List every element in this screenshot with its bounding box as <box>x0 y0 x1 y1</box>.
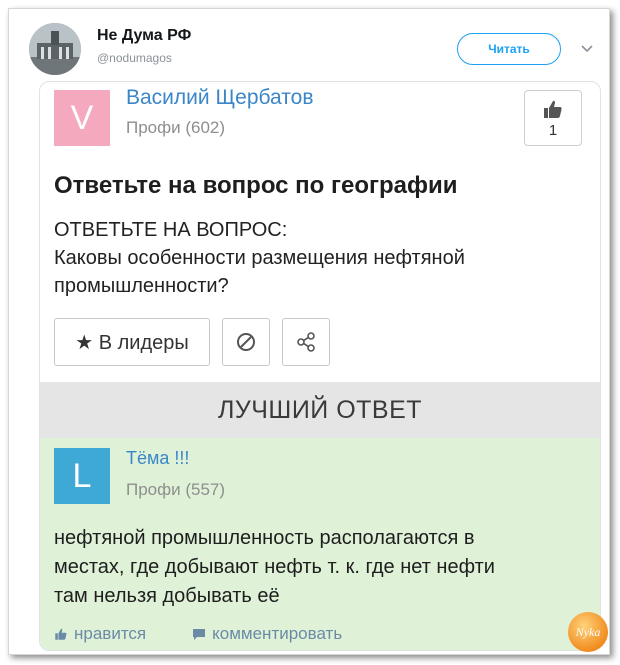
best-answer-section: L Тёма !!! Профи (557) нефтяной промышле… <box>40 438 600 650</box>
account-name[interactable]: Не Дума РФ <box>97 27 191 45</box>
question-title: Ответьте на вопрос по географии <box>54 172 458 199</box>
like-count: 1 <box>548 121 558 139</box>
question-line: Каковы особенности размещения нефтяной <box>54 247 465 269</box>
watermark-logo: Nyka <box>568 612 608 652</box>
best-answer-heading: ЛУЧШИЙ ОТВЕТ <box>40 382 600 438</box>
screenshot-frame: Не Дума РФ @nodumagos Читать V Василий Щ… <box>8 8 610 655</box>
thumbs-up-icon <box>544 100 562 118</box>
question-line: ОТВЕТЬТЕ НА ВОПРОС: <box>54 219 288 241</box>
comment-label: комментировать <box>212 624 343 643</box>
answer-line: местах, где добывают нефть т. к. где нет… <box>54 556 495 578</box>
comment-link[interactable]: комментировать <box>192 624 342 644</box>
answerer-rank: Профи (557) <box>126 480 226 499</box>
question-body: ОТВЕТЬТЕ НА ВОПРОС: Каковы особенности р… <box>54 216 574 300</box>
answerer-name[interactable]: Тёма !!! <box>126 448 189 469</box>
answerer-initial: L <box>72 456 92 495</box>
leader-button[interactable]: ★ В лидеры <box>54 318 210 366</box>
answer-text: нефтяной промышленность располагаются в … <box>54 524 584 611</box>
follow-button[interactable]: Читать <box>457 33 561 65</box>
like-answer-link[interactable]: нравится <box>54 624 146 644</box>
account-handle[interactable]: @nodumagos <box>97 51 172 65</box>
qa-card: V Василий Щербатов Профи (602) 1 Ответьт… <box>39 81 601 651</box>
like-button[interactable]: 1 <box>524 90 582 146</box>
answer-line: там нельзя добывать её <box>54 585 280 607</box>
share-button[interactable] <box>282 318 330 366</box>
asker-rank: Профи (602) <box>126 118 226 137</box>
answer-actions: нравится комментировать <box>54 624 342 644</box>
asker-initial: V <box>70 98 94 137</box>
question-line: промышленности? <box>54 275 229 297</box>
share-icon <box>297 332 315 352</box>
account-avatar[interactable] <box>29 23 81 75</box>
answer-line: нефтяной промышленность располагаются в <box>54 527 475 549</box>
comment-icon <box>193 629 206 640</box>
ban-icon <box>237 333 255 351</box>
block-button[interactable] <box>222 318 270 366</box>
like-answer-label: нравится <box>74 624 147 643</box>
chevron-down-icon[interactable] <box>578 39 596 57</box>
svg-text:Nyka: Nyka <box>575 625 601 639</box>
asker-avatar[interactable]: V <box>54 90 110 146</box>
answerer-avatar[interactable]: L <box>54 448 110 504</box>
asker-name[interactable]: Василий Щербатов <box>126 86 314 110</box>
thumbs-up-icon <box>55 628 67 640</box>
